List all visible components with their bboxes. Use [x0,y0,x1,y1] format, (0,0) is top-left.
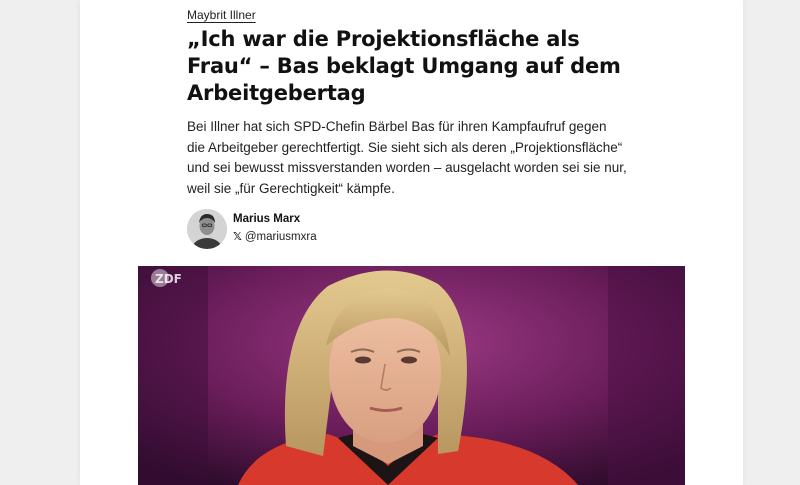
author-social-link[interactable]: 𝕏 @mariusmxra [233,230,317,243]
author-handle: @mariusmxra [244,231,317,243]
broadcaster-logo-text: ZDF [155,272,182,286]
x-icon: 𝕏 [233,230,242,243]
lead-paragraph: Bei Illner hat sich SPD-Chefin Bärbel Ba… [187,119,627,196]
article-card: Maybrit Illner „Ich war die Projektionsf… [80,0,743,485]
headline: „Ich war die Projektionsfläche als Frau“… [187,27,621,105]
author-name[interactable]: Marius Marx [233,213,300,225]
author-avatar[interactable] [187,209,227,249]
hero-image[interactable]: ZDF [138,266,685,485]
zdf-logo: ZDF [151,269,182,287]
kicker-link[interactable]: Maybrit Illner [187,8,256,22]
